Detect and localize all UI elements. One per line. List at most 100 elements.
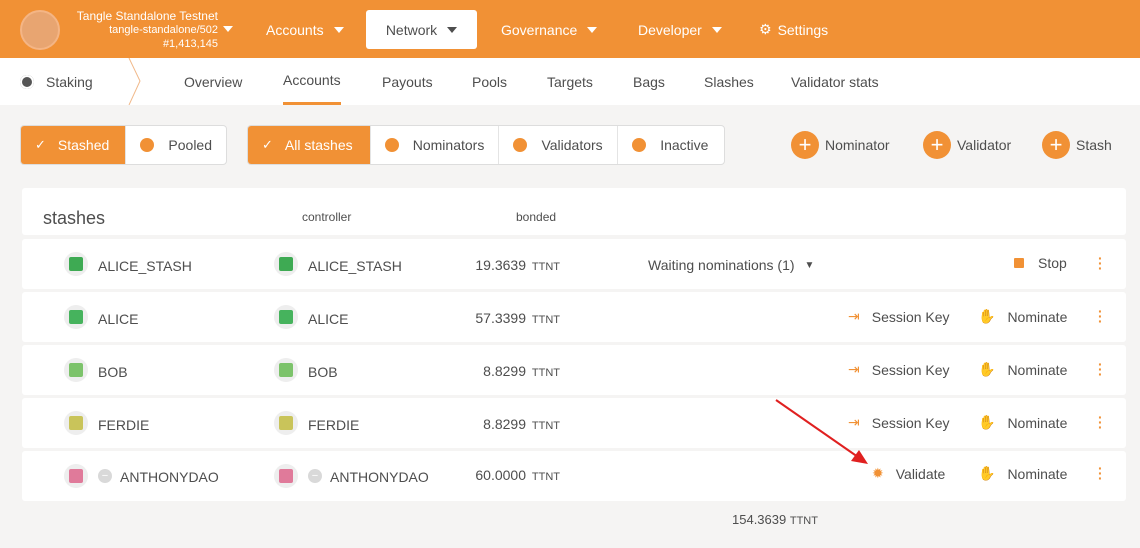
identicon-icon[interactable] xyxy=(274,305,298,329)
filter-nominators[interactable]: Nominators xyxy=(371,126,500,164)
table-header: stashes controller bonded xyxy=(22,188,1126,235)
session-key-button[interactable]: ⇥ Session Key xyxy=(848,414,950,431)
identicon-icon[interactable] xyxy=(64,411,88,435)
bonded-value: 60.0000 xyxy=(475,467,526,483)
tab-overview[interactable]: Overview xyxy=(184,58,242,105)
check-icon: ✓ xyxy=(35,137,46,152)
controller-name[interactable]: ALICE_STASH xyxy=(308,258,402,274)
hand-icon: ✋ xyxy=(978,414,996,430)
menu-developer[interactable]: Developer xyxy=(626,10,734,49)
controller-name[interactable]: FERDIE xyxy=(308,417,359,433)
tab-validator-stats[interactable]: Validator stats xyxy=(791,58,879,105)
kebab-menu-icon[interactable]: · · · xyxy=(1098,410,1103,434)
section-staking: Staking xyxy=(20,58,93,105)
filter-validators-label: Validators xyxy=(541,137,603,153)
stash-name[interactable]: BOB xyxy=(98,364,128,380)
tab-payouts[interactable]: Payouts xyxy=(382,58,433,105)
tab-pools[interactable]: Pools xyxy=(472,58,507,105)
breadcrumb-separator xyxy=(128,58,141,105)
chain-logo[interactable] xyxy=(20,10,60,50)
add-validator-button[interactable]: + Validator xyxy=(923,131,1011,159)
filter-pooled[interactable]: Pooled xyxy=(126,126,226,164)
stash-name[interactable]: ALICE_STASH xyxy=(98,258,192,274)
menu-settings[interactable]: ⚙ Settings xyxy=(747,10,840,49)
identicon-icon[interactable] xyxy=(64,358,88,382)
kebab-menu-icon[interactable]: · · · xyxy=(1098,357,1103,381)
kebab-menu-icon[interactable]: · · · xyxy=(1098,251,1103,275)
session-key-button[interactable]: ⇥ Session Key xyxy=(848,308,950,325)
add-stash-button[interactable]: + Stash xyxy=(1042,131,1112,159)
menu-network-label: Network xyxy=(385,21,438,38)
controller-name[interactable]: ANTHONYDAO xyxy=(330,469,429,485)
filter-inactive[interactable]: Inactive xyxy=(618,126,724,164)
nominate-button[interactable]: ✋ Nominate xyxy=(978,414,1067,431)
bonded-value: 8.8299 xyxy=(483,363,526,379)
stash-name[interactable]: ANTHONYDAO xyxy=(120,469,219,485)
filter-group-stash-type: ✓ Stashed Pooled xyxy=(20,125,227,165)
stash-name[interactable]: FERDIE xyxy=(98,417,149,433)
caret-down-icon: ▼ xyxy=(804,259,815,271)
chain-block: #1,413,145 xyxy=(162,38,218,50)
identicon-icon[interactable] xyxy=(64,464,88,488)
sign-in-icon: ⇥ xyxy=(848,361,860,377)
controller-name[interactable]: ALICE xyxy=(308,311,348,327)
identicon-icon[interactable] xyxy=(274,464,298,488)
stash-name[interactable]: ALICE xyxy=(98,311,138,327)
identicon-icon[interactable] xyxy=(274,411,298,435)
menu-governance[interactable]: Governance xyxy=(489,10,609,49)
nomination-status: Waiting nominations (1) xyxy=(648,257,795,273)
kebab-menu-icon[interactable]: · · · xyxy=(1098,304,1103,328)
tab-targets[interactable]: Targets xyxy=(547,58,593,105)
session-key-label: Session Key xyxy=(871,361,950,378)
controller-name[interactable]: BOB xyxy=(308,364,338,380)
identicon-icon[interactable] xyxy=(274,252,298,276)
nominate-label: Nominate xyxy=(1007,361,1068,378)
chevron-down-icon xyxy=(333,26,344,33)
gears-icon: ⚙ xyxy=(759,21,772,37)
table-row: − ANTHONYDAO − ANTHONYDAO 60.0000 TTNT ✹… xyxy=(22,451,1126,501)
validate-button[interactable]: ✹ Validate xyxy=(872,465,945,482)
filter-pooled-label: Pooled xyxy=(168,137,212,153)
identicon-icon[interactable] xyxy=(64,252,88,276)
chain-selector[interactable]: Tangle Standalone Testnet tangle-standal… xyxy=(64,9,218,51)
table-row: FERDIE FERDIE 8.8299 TTNT ⇥ Session Key ✋… xyxy=(22,398,1126,448)
radio-dot-icon xyxy=(513,138,528,152)
sub-navigation: Staking Overview Accounts Payouts Pools … xyxy=(0,58,1140,105)
session-key-button[interactable]: ⇥ Session Key xyxy=(848,361,950,378)
bonded-amount: 8.8299 TTNT xyxy=(483,416,560,432)
bonded-total-value: 154.3639 xyxy=(732,512,787,527)
check-icon: ✓ xyxy=(262,137,273,152)
filter-stashed-label: Stashed xyxy=(57,137,110,153)
identicon-icon[interactable] xyxy=(274,358,298,382)
filter-stashed[interactable]: ✓ Stashed xyxy=(21,126,127,164)
filter-all-stashes[interactable]: ✓ All stashes xyxy=(248,126,371,164)
nominate-label: Nominate xyxy=(1007,414,1068,431)
bonded-value: 8.8299 xyxy=(483,416,526,432)
stop-button[interactable]: Stop xyxy=(1014,255,1067,271)
filter-validators[interactable]: Validators xyxy=(499,126,619,164)
stop-label: Stop xyxy=(1038,255,1067,271)
cog-icon: ✹ xyxy=(872,465,884,481)
table-row: ALICE_STASH ALICE_STASH 19.3639 TTNT Wai… xyxy=(22,239,1126,289)
hand-icon: ✋ xyxy=(978,308,996,324)
nominations-dropdown[interactable]: Waiting nominations (1) ▼ xyxy=(648,257,814,273)
tab-accounts[interactable]: Accounts xyxy=(283,58,341,105)
chevron-down-icon[interactable] xyxy=(223,26,233,32)
bonded-value: 19.3639 xyxy=(475,257,526,273)
bonded-amount: 8.8299 TTNT xyxy=(483,363,560,379)
tab-bags[interactable]: Bags xyxy=(633,58,665,105)
column-controller: controller xyxy=(302,210,352,224)
nominate-button[interactable]: ✋ Nominate xyxy=(978,465,1067,482)
kebab-menu-icon[interactable]: · · · xyxy=(1098,461,1103,485)
menu-accounts[interactable]: Accounts xyxy=(254,10,356,49)
nominate-button[interactable]: ✋ Nominate xyxy=(978,361,1067,378)
nominate-button[interactable]: ✋ Nominate xyxy=(978,308,1067,325)
add-stash-label: Stash xyxy=(1076,137,1112,153)
identicon-icon[interactable] xyxy=(64,305,88,329)
add-nominator-button[interactable]: + Nominator xyxy=(791,131,890,159)
menu-network[interactable]: Network xyxy=(366,10,477,49)
bonded-value: 57.3399 xyxy=(475,310,526,326)
bonded-unit: TTNT xyxy=(531,261,560,273)
tab-slashes[interactable]: Slashes xyxy=(704,58,754,105)
filter-all-stashes-label: All stashes xyxy=(284,137,353,153)
